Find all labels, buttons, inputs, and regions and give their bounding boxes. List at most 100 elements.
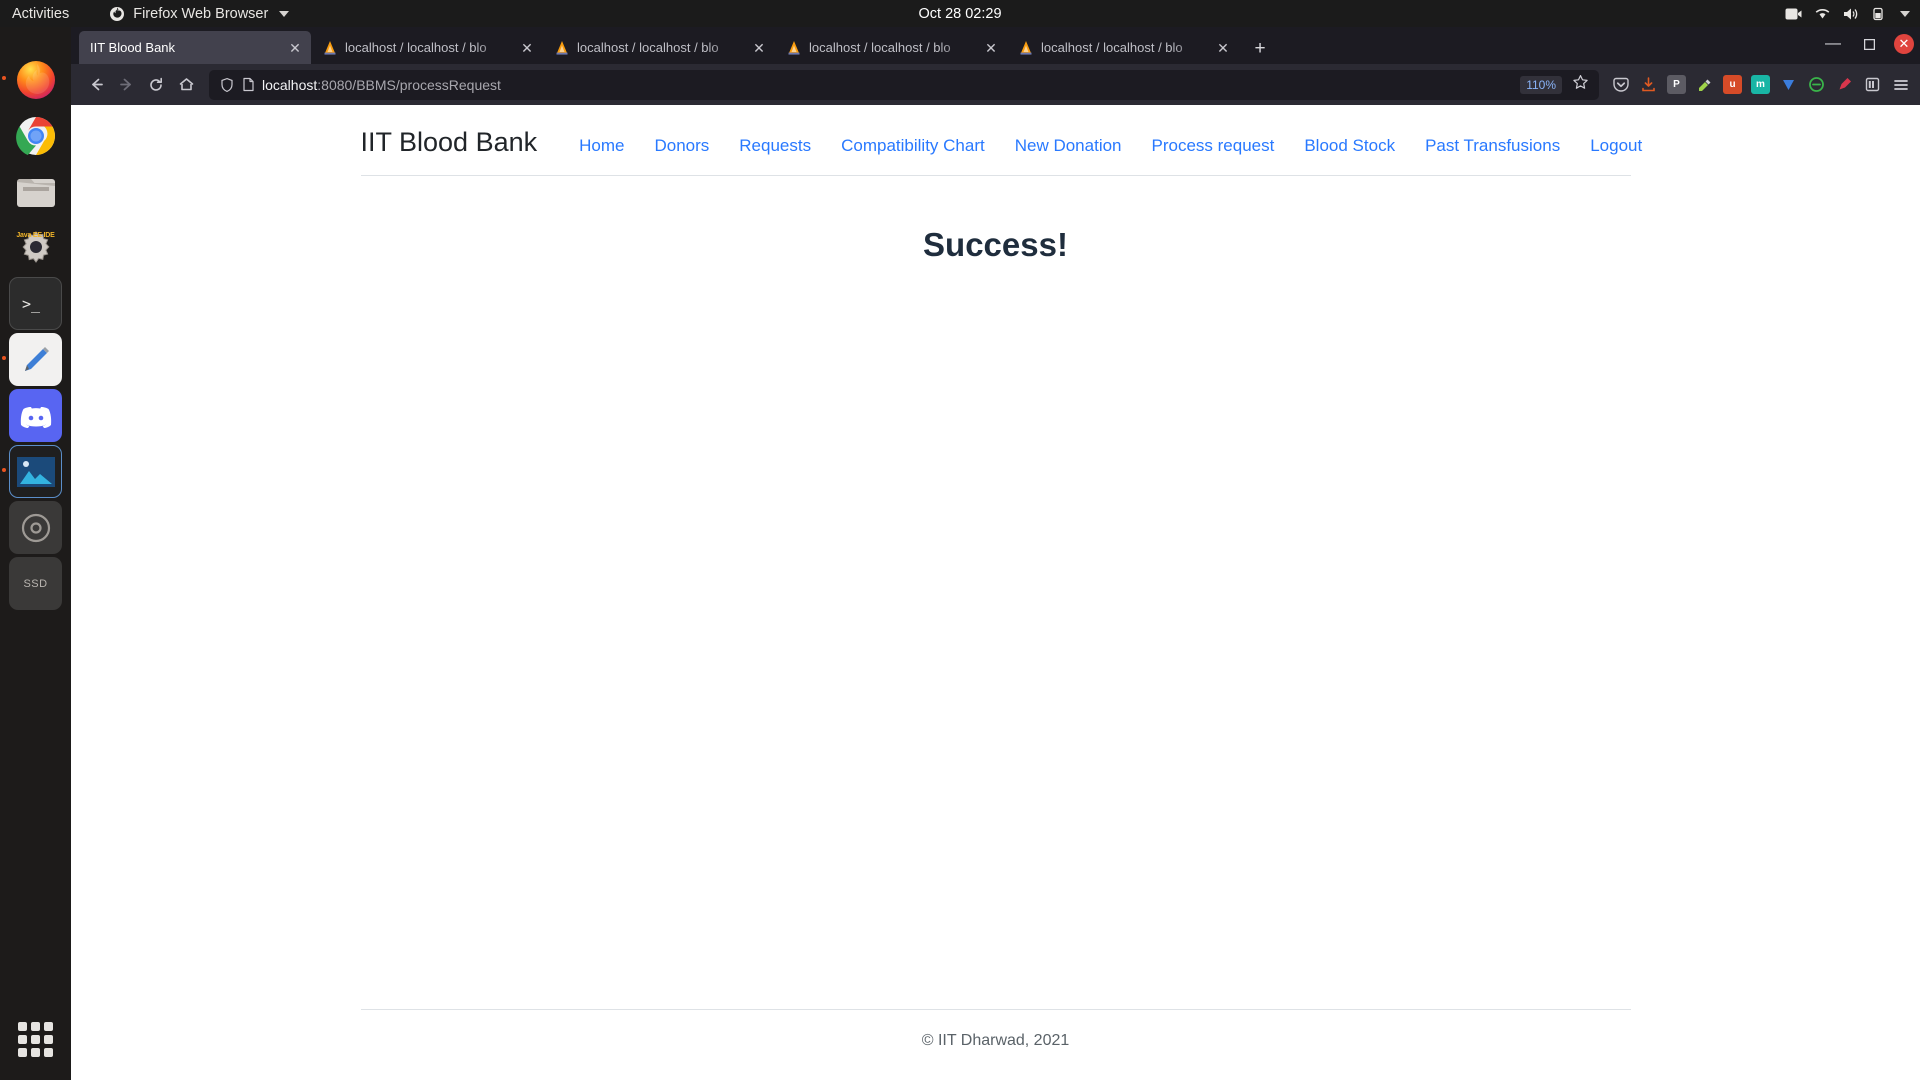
system-tray[interactable] [1785, 7, 1910, 21]
close-icon[interactable]: ✕ [1215, 41, 1231, 55]
u-extension-icon[interactable]: u [1723, 75, 1742, 94]
home-button[interactable] [171, 70, 201, 100]
nav-link-requests[interactable]: Requests [739, 136, 811, 156]
running-indicator-image-viewer [2, 468, 6, 472]
maximize-button[interactable] [1858, 33, 1880, 55]
svg-text:>_: >_ [22, 295, 41, 313]
image-viewer-icon [16, 456, 55, 487]
phpmyadmin-icon [556, 40, 568, 55]
grid-cell [44, 1048, 53, 1057]
nav-link-logout[interactable]: Logout [1590, 136, 1642, 156]
phpmyadmin-icon [1020, 40, 1032, 55]
phpmyadmin-icon [788, 40, 800, 55]
dock-item-ssd-volume[interactable]: SSD [9, 557, 62, 610]
tab-title: localhost / localhost / blo [1041, 40, 1183, 55]
page-info-icon[interactable] [241, 77, 256, 92]
highlighter-extension-icon[interactable] [1695, 75, 1714, 94]
back-button[interactable] [81, 70, 111, 100]
close-icon[interactable]: ✕ [983, 41, 999, 55]
ubuntu-dock: Java EE IDE >_ SSD [0, 27, 71, 1080]
grid-cell [31, 1022, 40, 1031]
dock-item-text-editor[interactable] [9, 333, 62, 386]
browser-tab-2[interactable]: localhost / localhost / blo ✕ [543, 31, 775, 64]
pocket-icon[interactable] [1611, 75, 1630, 94]
dock-item-firefox[interactable] [9, 53, 62, 106]
grid-cell [31, 1048, 40, 1057]
bookmark-star-icon[interactable] [1572, 74, 1593, 96]
dock-item-chrome[interactable] [9, 109, 62, 162]
site-header: IIT Blood Bank Home Donors Requests Comp… [360, 105, 1642, 176]
new-tab-button[interactable]: + [1245, 34, 1275, 64]
pencil-icon [24, 346, 49, 371]
running-indicator-firefox [2, 76, 6, 80]
clock[interactable]: Oct 28 02:29 [918, 6, 1001, 22]
firefox-window: IIT Blood Bank ✕ localhost / localhost /… [71, 27, 1920, 1080]
pocket-glyph [1612, 77, 1629, 92]
shield-icon [221, 77, 233, 92]
app-menu-button[interactable]: Firefox Web Browser [109, 5, 290, 22]
tab-title: IIT Blood Bank [90, 40, 176, 55]
nav-link-compatibility-chart[interactable]: Compatibility Chart [841, 136, 985, 156]
page-title: Success! [923, 226, 1068, 263]
dock-item-terminal[interactable]: >_ [9, 277, 62, 330]
dock-item-files[interactable] [9, 165, 62, 218]
pen-extension-icon[interactable] [1835, 75, 1854, 94]
files-icon [16, 178, 55, 207]
page-viewport: IIT Blood Bank Home Donors Requests Comp… [71, 105, 1920, 1080]
show-applications-button[interactable] [9, 1013, 62, 1066]
p-extension-icon[interactable]: P [1667, 75, 1686, 94]
url-path: :8080/BBMS/processRequest [317, 76, 501, 93]
dock-item-java-ee-ide[interactable]: Java EE IDE [9, 221, 62, 274]
downloads-icon[interactable] [1639, 75, 1658, 94]
tab-title: localhost / localhost / blo [809, 40, 951, 55]
reload-button[interactable] [141, 70, 171, 100]
address-bar[interactable]: localhost:8080/BBMS/processRequest 110% [209, 69, 1599, 100]
hamburger-menu-icon[interactable] [1891, 75, 1910, 94]
grid-cell [18, 1035, 27, 1044]
dock-item-disc-drive[interactable] [9, 501, 62, 554]
close-icon[interactable]: ✕ [519, 41, 535, 55]
zoom-level-badge[interactable]: 110% [1520, 75, 1562, 94]
app-menu-label: Firefox Web Browser [133, 5, 269, 22]
e-extension-icon[interactable] [1807, 75, 1826, 94]
forward-button[interactable] [111, 70, 141, 100]
close-icon[interactable]: ✕ [287, 41, 303, 55]
close-icon[interactable]: ✕ [751, 41, 767, 55]
v-extension-icon[interactable] [1779, 75, 1798, 94]
minimize-button[interactable]: — [1822, 33, 1844, 55]
gnome-top-bar: Activities Firefox Web Browser Oct 28 02… [0, 0, 1920, 27]
nav-link-past-transfusions[interactable]: Past Transfusions [1425, 136, 1560, 156]
close-window-button[interactable]: ✕ [1894, 34, 1914, 54]
dock-item-image-viewer[interactable] [9, 445, 62, 498]
browser-tab-1[interactable]: localhost / localhost / blo ✕ [311, 31, 543, 64]
highlighter-glyph [1699, 79, 1711, 91]
java-ee-ide-label: Java EE IDE [16, 232, 55, 239]
browser-tab-3[interactable]: localhost / localhost / blo ✕ [775, 31, 1007, 64]
browser-tab-4[interactable]: localhost / localhost / blo ✕ [1007, 31, 1239, 64]
screencast-icon [1785, 8, 1802, 19]
firefox-icon [110, 6, 125, 21]
site-brand[interactable]: IIT Blood Bank [361, 127, 538, 158]
ssd-label: SSD [23, 577, 48, 590]
screen: Activities Firefox Web Browser Oct 28 02… [0, 0, 1920, 1080]
library-icon[interactable] [1863, 75, 1882, 94]
dock-item-discord[interactable] [9, 389, 62, 442]
hamburger-glyph [1893, 79, 1908, 90]
e-glyph [1809, 77, 1824, 92]
reload-icon [150, 77, 162, 91]
wifi-icon [1815, 8, 1830, 18]
download-arrow-glyph [1642, 77, 1655, 92]
nav-link-home[interactable]: Home [579, 136, 624, 156]
page-container: IIT Blood Bank Home Donors Requests Comp… [360, 105, 1642, 1080]
activities-button[interactable]: Activities [0, 6, 81, 22]
nav-link-new-donation[interactable]: New Donation [1015, 136, 1122, 156]
nav-link-donors[interactable]: Donors [654, 136, 709, 156]
grid-cell [44, 1022, 53, 1031]
back-arrow-icon [91, 78, 103, 91]
nav-link-blood-stock[interactable]: Blood Stock [1304, 136, 1395, 156]
m-extension-icon[interactable]: m [1751, 75, 1770, 94]
phpmyadmin-icon [324, 40, 336, 55]
nav-link-process-request[interactable]: Process request [1152, 136, 1275, 156]
power-caret-icon [1900, 10, 1910, 17]
browser-tab-0[interactable]: IIT Blood Bank ✕ [79, 31, 311, 64]
